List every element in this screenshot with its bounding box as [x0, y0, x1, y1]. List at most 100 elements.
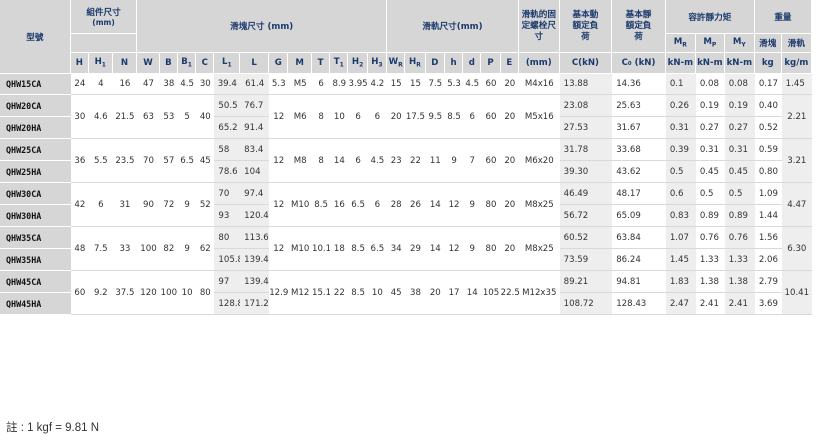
cell-L: 139.4 — [240, 249, 270, 271]
cell-C: 80 — [196, 271, 215, 315]
cell-WR: 15 — [387, 74, 406, 95]
cell-H1: 4 — [89, 74, 113, 95]
unit-bolt-mm: (mm) — [518, 53, 560, 74]
cell-B1: 4.5 — [177, 74, 197, 95]
cell-L: 76.7 — [240, 95, 270, 117]
cell-mr: 0.1 — [665, 74, 696, 95]
sym-H1-label: H — [94, 57, 102, 68]
spec-table-wrapper: 型號 組件尺寸 (mm) 滑塊尺寸 (mm) 滑軌尺寸(mm) 滑軌的固定螺栓尺… — [0, 0, 817, 315]
table-row: QHW30CA 42 6 31 90 72 9 52 70 97.4 12 M1… — [0, 183, 812, 227]
cell-G: 12.9 — [269, 271, 289, 315]
unit-mr: kN-m — [665, 53, 696, 74]
cell-dynamic: 13.88 — [559, 74, 613, 95]
cell-bolt: M12x35 — [518, 271, 560, 315]
cell-H: 60 — [70, 271, 89, 315]
cell-HR: 26 — [405, 183, 426, 227]
cell-W: 63 — [137, 95, 160, 139]
cell-rail-weight: 10.41 — [781, 271, 812, 315]
cell-h: 5.3 — [444, 74, 464, 95]
cell-H3: 6 — [367, 183, 388, 227]
cell-T: 8 — [312, 95, 331, 139]
table-row: QHW15CA 24 4 16 47 38 4.5 30 39.4 61.4 5… — [0, 74, 812, 95]
cell-dynamic: 73.59 — [559, 249, 613, 271]
cell-W: 70 — [137, 139, 160, 183]
cell-my: 0.45 — [724, 161, 755, 183]
cell-h: 9 — [444, 139, 464, 183]
header-assembly-unit: (mm) — [92, 18, 115, 27]
unit-static: C₀ (kN) — [612, 53, 666, 74]
cell-H2: 3.95 — [348, 74, 368, 95]
cell-mp: 0.45 — [695, 161, 725, 183]
sym-B: B — [159, 53, 178, 74]
cell-L1: 50.5 — [214, 95, 241, 117]
sym-L1-sub: 1 — [227, 61, 232, 69]
cell-mr: 1.45 — [665, 249, 696, 271]
cell-mp: 0.31 — [695, 139, 725, 161]
cell-my: 0.89 — [724, 205, 755, 227]
cell-H1: 5.5 — [89, 139, 113, 183]
table-row: QHW20CA 30 4.6 21.5 63 53 5 40 50.5 76.7… — [0, 95, 812, 139]
cell-P: 80 — [481, 183, 501, 227]
model-name: QHW45CA — [0, 271, 71, 293]
cell-B: 38 — [159, 74, 178, 95]
header-mr-label: M — [673, 37, 683, 48]
header-dynamic: 基本動額定負荷 — [559, 0, 613, 53]
cell-block-weight: 1.09 — [754, 183, 782, 205]
cell-T1: 18 — [330, 227, 349, 271]
cell-C: 52 — [196, 183, 215, 227]
cell-H3: 10 — [367, 271, 388, 315]
cell-L: 171.2 — [240, 293, 270, 315]
cell-dynamic: 31.78 — [559, 139, 613, 161]
cell-B1: 9 — [177, 183, 197, 227]
cell-B1: 9 — [177, 227, 197, 271]
cell-bolt: M4x16 — [518, 74, 560, 95]
cell-mp: 0.89 — [695, 205, 725, 227]
sym-d: d — [463, 53, 482, 74]
cell-H3: 6.5 — [367, 227, 388, 271]
cell-H2: 6 — [348, 95, 368, 139]
cell-W: 120 — [137, 271, 160, 315]
cell-WR: 34 — [387, 227, 406, 271]
cell-B1: 10 — [177, 271, 197, 315]
cell-L1: 97 — [214, 271, 241, 293]
cell-G: 12 — [269, 227, 289, 271]
unit-my: kN-m — [724, 53, 755, 74]
cell-E: 22.5 — [500, 271, 519, 315]
sym-T1-sub: 1 — [339, 61, 344, 69]
sym-H1: H1 — [89, 53, 113, 74]
cell-d: 9 — [463, 227, 482, 271]
sym-H2-sub: 2 — [359, 61, 364, 69]
header-assembly: 組件尺寸 (mm) — [70, 0, 138, 34]
cell-static: 48.17 — [612, 183, 666, 205]
cell-WR: 23 — [387, 139, 406, 183]
cell-H2: 8.5 — [348, 271, 368, 315]
cell-M: M8 — [288, 139, 312, 183]
cell-P: 105 — [481, 271, 501, 315]
cell-L1: 105.8 — [214, 249, 241, 271]
cell-mp: 0.27 — [695, 117, 725, 139]
cell-L1: 80 — [214, 227, 241, 249]
cell-my: 0.19 — [724, 95, 755, 117]
cell-T: 8 — [312, 139, 331, 183]
cell-static: 14.36 — [612, 74, 666, 95]
cell-T: 8.5 — [312, 183, 331, 227]
header-model: 型號 — [0, 0, 71, 74]
cell-d: 7 — [463, 139, 482, 183]
cell-block-weight: 0.80 — [754, 161, 782, 183]
cell-h: 12 — [444, 227, 464, 271]
cell-mr: 0.39 — [665, 139, 696, 161]
cell-L1: 39.4 — [214, 74, 241, 95]
cell-h: 12 — [444, 183, 464, 227]
cell-rail-weight: 4.47 — [781, 183, 812, 227]
cell-L: 104 — [240, 161, 270, 183]
cell-bolt: M5x16 — [518, 95, 560, 139]
cell-L: 139.4 — [240, 271, 270, 293]
cell-B: 82 — [159, 227, 178, 271]
header-rail: 滑軌尺寸(mm) — [387, 0, 519, 53]
table-row: QHW25CA 36 5.5 23.5 70 57 6.5 45 58 83.4… — [0, 139, 812, 183]
cell-N: 33 — [112, 227, 138, 271]
cell-mr: 2.47 — [665, 293, 696, 315]
header-mp: MP — [695, 34, 725, 53]
header-weight: 重量 — [754, 0, 812, 34]
cell-G: 5.3 — [269, 74, 289, 95]
